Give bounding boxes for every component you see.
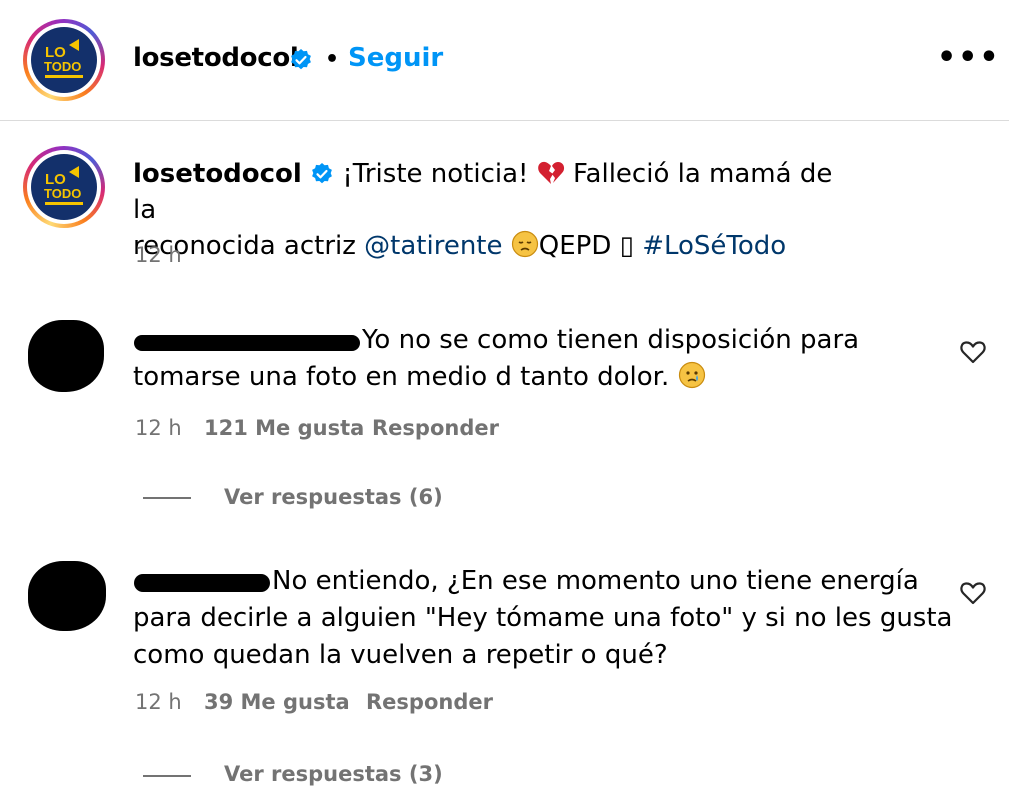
losetodo-logo: LO TODO — [31, 154, 97, 220]
hashtag-link[interactable]: #LoSéTodo — [642, 231, 786, 261]
crying-face-icon — [678, 361, 705, 389]
more-options-icon[interactable]: ••• — [937, 40, 1001, 75]
svg-text:TODO: TODO — [44, 59, 81, 74]
commenter-avatar-censored[interactable] — [28, 320, 104, 392]
commenter-avatar-censored[interactable] — [28, 561, 106, 631]
caption-body: losetodocol ¡Triste noticia! Falleció la… — [133, 156, 853, 264]
verified-icon — [291, 49, 311, 70]
reply-button[interactable]: Responder — [366, 690, 493, 714]
like-heart-icon[interactable] — [960, 340, 986, 364]
view-replies-button[interactable]: Ver respuestas (3) — [224, 762, 443, 786]
reply-button[interactable]: Responder — [372, 416, 499, 440]
caption-text-4: QEPD — [538, 231, 612, 261]
replies-divider — [143, 775, 191, 777]
like-heart-icon[interactable] — [960, 581, 986, 605]
replies-divider — [143, 497, 191, 499]
comment-time: 12 h — [135, 690, 182, 714]
caption-avatar[interactable]: LO TODO — [23, 146, 105, 228]
commenter-username-censored[interactable] — [134, 335, 360, 351]
post-header: LO TODO losetodocol • Seguir ••• — [0, 0, 1009, 121]
comment-likes[interactable]: 121 Me gusta — [204, 416, 364, 440]
comment-text-line: como quedan la vuelven a repetir o qué? — [133, 640, 668, 670]
header-username[interactable]: losetodocol — [133, 43, 299, 73]
comment-text-line: para decirle a alguien "Hey tómame una f… — [133, 603, 953, 633]
caption-time: 12 h — [135, 243, 182, 267]
sad-face-icon — [511, 230, 538, 258]
commenter-username-censored[interactable] — [134, 574, 270, 592]
svg-text:TODO: TODO — [44, 186, 81, 201]
caption-username[interactable]: losetodocol — [133, 159, 302, 189]
caption-text-1: ¡Triste noticia! — [342, 159, 529, 189]
broken-heart-icon — [537, 161, 564, 184]
view-replies-button[interactable]: Ver respuestas (6) — [224, 485, 443, 509]
comment-text-line: Yo no se como tienen disposición para — [362, 325, 860, 355]
comment-text-line: tomarse una foto en medio d tanto dolor. — [133, 359, 706, 396]
comment-likes[interactable]: 39 Me gusta — [204, 690, 350, 714]
missing-glyph: ▯ — [619, 231, 634, 261]
verified-icon — [312, 163, 333, 184]
follow-button[interactable]: Seguir — [348, 43, 443, 73]
separator-dot: • — [325, 47, 340, 72]
losetodo-logo: LO TODO — [31, 27, 97, 93]
comment-time: 12 h — [135, 416, 182, 440]
header-avatar[interactable]: LO TODO — [23, 19, 105, 101]
mention-link[interactable]: @tatirente — [364, 231, 502, 261]
comment-text-line: No entiendo, ¿En ese momento uno tiene e… — [272, 566, 919, 596]
